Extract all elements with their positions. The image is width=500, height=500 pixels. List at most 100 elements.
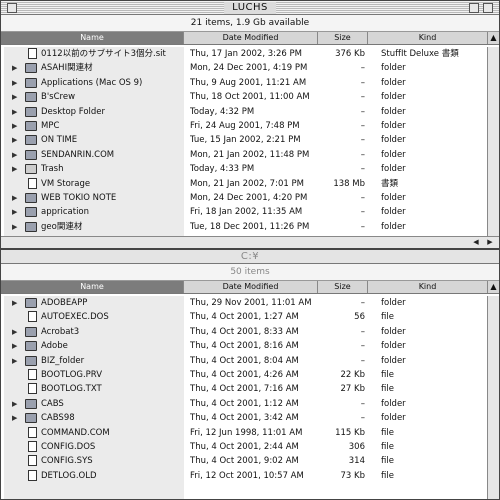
document-icon[interactable] [28,177,37,189]
folder-icon[interactable] [25,149,37,160]
date-modified: Thu, 18 Oct 2001, 11:00 AM [190,92,310,103]
list-item[interactable]: ▶ CABS Thu, 4 Oct 2001, 1:12 AM – folder [1,397,487,411]
list-item[interactable]: ▶ WEB TOKIO NOTE Mon, 24 Dec 2001, 4:20 PM… [1,191,487,205]
list-item[interactable]: AUTOEXEC.DOS Thu, 4 Oct 2001, 1:27 AM 56 fi… [1,310,487,324]
disclosure-triangle-icon[interactable]: ▶ [12,205,20,219]
finder-window-luchs[interactable]: LUCHS 21 items, 1.9 Gb available Name Da… [0,0,500,249]
file-size: – [360,326,365,337]
list-item[interactable]: CONFIG.DOS Thu, 4 Oct 2001, 2:44 AM 306 fil… [1,440,487,454]
list-item[interactable]: CONFIG.SYS Thu, 4 Oct 2001, 9:02 AM 314 fil… [1,454,487,468]
folder-icon[interactable] [25,106,37,117]
disclosure-triangle-icon[interactable]: ▶ [12,220,20,234]
document-icon[interactable] [28,48,37,59]
column-header-name[interactable]: Name [1,281,184,293]
scroll-right-arrow-icon[interactable]: ▶ [485,237,495,247]
scroll-left-arrow-icon[interactable]: ◀ [471,237,481,247]
title-bar[interactable]: LUCHS [1,1,499,15]
column-header-date-modified[interactable]: Date Modified [184,32,318,44]
folder-icon[interactable] [25,398,37,409]
disclosure-triangle-icon[interactable]: ▶ [12,105,20,119]
disclosure-triangle-icon[interactable]: ▶ [12,119,20,133]
disclosure-triangle-icon[interactable]: ▶ [12,411,20,425]
list-item[interactable]: BOOTLOG.TXT Thu, 4 Oct 2001, 7:16 AM 27 Kb… [1,382,487,396]
disclosure-triangle-icon[interactable]: ▶ [12,76,20,90]
folder-icon[interactable] [25,326,37,337]
file-size: – [360,92,365,103]
disclosure-triangle-icon[interactable]: ▶ [12,61,20,75]
list-item[interactable]: ▶ ADOBEAPP Thu, 29 Nov 2001, 11:01 AM – fold… [1,296,487,310]
list-item[interactable]: 0112以前のサブサイト3個分.sit Thu, 17 Jan 2002, 3:2… [1,47,487,61]
sort-direction-icon[interactable]: ▲ [488,281,499,293]
document-icon[interactable] [28,455,37,467]
collapse-box-icon[interactable] [483,3,493,13]
disclosure-triangle-icon[interactable]: ▶ [12,162,20,176]
disclosure-triangle-icon[interactable]: ▶ [12,90,20,104]
list-item[interactable]: BOOTLOG.PRV Thu, 4 Oct 2001, 4:26 AM 22 Kb… [1,368,487,382]
disclosure-triangle-icon[interactable]: ▶ [12,354,20,368]
list-item[interactable]: ▶ BIZ_folder Thu, 4 Oct 2001, 8:04 AM – fold… [1,354,487,368]
folder-icon[interactable] [25,341,37,352]
folder-icon[interactable] [25,135,37,146]
file-size: 22 Kb [340,369,366,380]
date-modified: Mon, 24 Dec 2001, 4:20 PM [190,192,308,203]
disclosure-triangle-icon[interactable]: ▶ [12,397,20,411]
column-header-size[interactable]: Size [318,32,368,44]
folder-icon[interactable] [25,221,37,232]
list-item[interactable]: ▶ ASAHI関連材 Mon, 24 Dec 2001, 4:19 PM – folde… [1,61,487,75]
list-item[interactable]: ▶ geo関連材 Tue, 18 Dec 2001, 11:26 PM – folder [1,220,487,234]
disclosure-triangle-icon[interactable]: ▶ [12,325,20,339]
list-item[interactable]: DETLOG.OLD Fri, 12 Oct 2001, 10:57 AM 73 K… [1,469,487,483]
list-item[interactable]: ▶ apprication Fri, 18 Jan 2002, 11:35 AM – f… [1,205,487,219]
horizontal-scrollbar[interactable]: ◀ ▶ [1,236,499,248]
folder-icon[interactable] [25,92,37,103]
vertical-scrollbar[interactable] [487,47,499,237]
disclosure-triangle-icon[interactable]: ▶ [12,148,20,162]
list-item[interactable]: ▶ B'sCrew Thu, 18 Oct 2001, 11:00 AM – folde… [1,90,487,104]
list-item[interactable]: ▶ CABS98 Thu, 4 Oct 2001, 3:42 AM – folder [1,411,487,425]
list-item[interactable]: ▶ MPC Fri, 24 Aug 2001, 7:48 PM – folder [1,119,487,133]
list-item[interactable]: ▶ Adobe Thu, 4 Oct 2001, 8:16 AM – folder [1,339,487,353]
disclosure-triangle-icon[interactable]: ▶ [12,191,20,205]
trash-icon[interactable] [25,164,37,175]
disclosure-triangle-icon[interactable]: ▶ [12,296,20,310]
file-size: 138 Mb [333,178,365,189]
list-item[interactable]: ▶ Acrobat3 Thu, 4 Oct 2001, 8:33 AM – folder [1,325,487,339]
document-icon[interactable] [28,368,37,380]
column-header-kind[interactable]: Kind [368,281,488,293]
folder-icon[interactable] [25,63,37,74]
document-icon[interactable] [28,426,37,438]
document-icon[interactable] [28,383,37,395]
list-item[interactable]: ▶ Desktop Folder Today, 4:32 PM – folder [1,105,487,119]
folder-icon[interactable] [25,192,37,203]
column-header-size[interactable]: Size [318,281,368,293]
list-item[interactable]: ▶ Applications (Mac OS 9) Thu, 9 Aug 2001,… [1,76,487,90]
folder-icon[interactable] [25,355,37,366]
file-name: VM Storage [41,178,91,189]
date-modified: Tue, 15 Jan 2002, 2:21 PM [190,135,301,146]
vertical-scrollbar[interactable] [487,296,499,499]
title-bar[interactable]: C:¥ [1,250,499,264]
zoom-box-icon[interactable] [469,3,479,13]
document-icon[interactable] [28,311,37,323]
finder-window-c-drive[interactable]: C:¥ 50 items Name Date Modified Size Kin… [0,249,500,500]
list-item[interactable]: COMMAND.COM Fri, 12 Jun 1998, 11:01 AM 115… [1,426,487,440]
column-header-kind[interactable]: Kind [368,32,488,44]
list-item[interactable]: ▶ SENDANRIN.COM Mon, 21 Jan 2002, 11:48 PM… [1,148,487,162]
close-box-icon[interactable] [7,3,17,13]
sort-direction-icon[interactable]: ▲ [488,32,499,44]
folder-icon[interactable] [25,77,37,88]
list-item[interactable]: ▶ Trash Today, 4:33 PM – folder [1,162,487,176]
folder-icon[interactable] [25,207,37,218]
document-icon[interactable] [28,440,37,452]
list-item[interactable]: VM Storage Mon, 21 Jan 2002, 7:01 PM 138 M… [1,177,487,191]
folder-icon[interactable] [25,413,37,424]
disclosure-triangle-icon[interactable]: ▶ [12,339,20,353]
column-header-date-modified[interactable]: Date Modified [184,281,318,293]
list-item[interactable]: ▶ ON TIME Tue, 15 Jan 2002, 2:21 PM – folder [1,133,487,147]
document-icon[interactable] [28,469,37,481]
column-header-name[interactable]: Name [1,32,184,44]
folder-icon[interactable] [25,298,37,308]
file-name: BOOTLOG.PRV [41,369,103,380]
folder-icon[interactable] [25,120,37,131]
disclosure-triangle-icon[interactable]: ▶ [12,133,20,147]
